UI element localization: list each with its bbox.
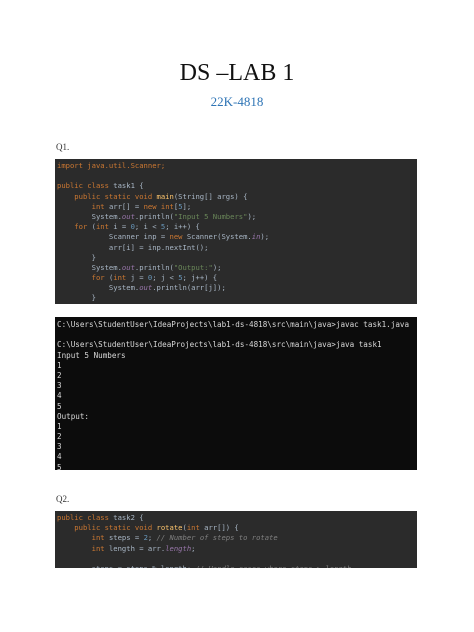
code-line: public static void rotate(int arr[]) { — [57, 523, 417, 533]
code-token: for — [57, 273, 109, 283]
terminal-line: 2 — [57, 370, 62, 380]
code-token: arr[] = — [108, 201, 144, 211]
code-block-task2: public class task2 { public static void … — [55, 511, 417, 568]
code-token: System. — [57, 211, 122, 221]
code-token: ; i < — [134, 222, 161, 232]
code-token: System. — [57, 283, 140, 293]
code-token: public class — [57, 181, 114, 191]
terminal-line: 4 — [57, 452, 62, 462]
code-token: j = — [130, 273, 148, 283]
code-token: ; — [147, 533, 157, 543]
question-2-label: Q2. — [56, 494, 70, 504]
code-token: arr[]) { — [204, 523, 239, 533]
code-line: int length = arr.length; — [57, 544, 417, 554]
terminal-line: 1 — [57, 360, 62, 370]
code-token: // Handle cases where steps > length — [195, 564, 351, 568]
code-line: System.out.println("Input 5 Numbers"); — [57, 212, 417, 222]
code-token: rotate — [156, 523, 183, 533]
code-token: int — [57, 201, 109, 211]
code-token: "Input 5 Numbers" — [173, 211, 248, 221]
code-line: import java.util.Scanner; — [57, 161, 417, 171]
code-token: Scanner(System. — [186, 232, 252, 242]
code-token: Scanner inp = — [57, 232, 170, 242]
code-token: .println( — [134, 262, 174, 272]
code-token: i = — [113, 222, 131, 232]
terminal-line: C:\Users\StudentUser\IdeaProjects\lab1-d… — [57, 320, 410, 329]
terminal-line: 2 — [57, 432, 62, 442]
code-token: int — [95, 222, 114, 232]
code-token: "Output:" — [173, 262, 213, 272]
code-token: new — [169, 232, 187, 242]
code-token: ]; — [182, 201, 192, 211]
code-token: public static void — [57, 191, 157, 201]
terminal-line: Output: — [57, 411, 90, 421]
code-block-task1: import java.util.Scanner; public class ta… — [55, 159, 417, 304]
code-token: ; j++) { — [182, 273, 218, 283]
terminal-line: 4 — [57, 391, 62, 401]
document-title: DS –LAB 1 — [179, 60, 295, 86]
code-token: System. — [57, 262, 122, 272]
code-token: // Number of steps to rotate — [156, 533, 278, 543]
code-line: System.out.println(arr[j]); — [57, 283, 417, 293]
code-line: arr[i] = inp.nextInt(); — [57, 243, 417, 253]
code-line: public static void main(String[] args) { — [57, 192, 417, 202]
code-line: for (int i = 0; i < 5; i++) { — [57, 222, 417, 232]
code-token: task1 { — [113, 181, 144, 191]
code-line: System.out.println("Output:"); — [57, 263, 417, 273]
code-token: int — [186, 523, 205, 533]
code-token: ; — [191, 543, 196, 553]
code-token: .println(arr[j]); — [152, 283, 226, 293]
code-token: (String[] args) { — [173, 191, 248, 201]
student-id: 22K-4818 — [210, 94, 264, 109]
code-line: } — [57, 293, 417, 303]
code-line: Scanner inp = new Scanner(System.in); — [57, 232, 417, 242]
code-line: for (int j = 0; j < 5; j++) { — [57, 273, 417, 283]
code-token: task2 { — [113, 513, 144, 522]
code-line: steps = steps % length; // Handle cases … — [57, 564, 417, 568]
code-token: length = arr. — [108, 543, 166, 553]
code-line: int steps = 2; // Number of steps to rot… — [57, 533, 417, 543]
code-token: ); — [212, 262, 222, 272]
code-line: } — [57, 253, 417, 263]
code-token: out — [121, 211, 135, 221]
code-token: import java.util.Scanner; — [57, 161, 166, 170]
terminal-line: 3 — [57, 442, 62, 452]
code-token: for — [57, 222, 92, 232]
code-token: main — [156, 191, 174, 201]
code-token: ; j < — [152, 273, 179, 283]
code-token: .println( — [134, 211, 174, 221]
code-line: int arr[] = new int[5]; — [57, 202, 417, 212]
code-token: length — [165, 543, 192, 553]
question-1-label: Q1. — [56, 142, 70, 152]
code-token: } — [57, 252, 96, 262]
terminal-output: C:\Users\StudentUser\IdeaProjects\lab1-d… — [55, 317, 417, 470]
code-token: ); — [247, 211, 257, 221]
code-token: int — [57, 543, 109, 553]
code-token: out — [121, 262, 135, 272]
code-token: steps = — [108, 533, 144, 543]
code-token: ); — [260, 232, 270, 242]
code-token: new int — [143, 201, 174, 211]
code-token: arr[i] = inp.nextInt(); — [57, 242, 209, 252]
code-token: public static void — [57, 523, 157, 533]
terminal-line: Input 5 Numbers — [57, 350, 126, 360]
code-token: steps = steps % length; — [57, 564, 195, 568]
terminal-line: 3 — [57, 381, 62, 391]
code-token: public class — [57, 513, 114, 522]
code-line: public class task2 { — [57, 513, 417, 523]
terminal-line: C:\Users\StudentUser\IdeaProjects\lab1-d… — [57, 340, 382, 350]
code-token: int — [57, 533, 109, 543]
code-token: out — [139, 283, 153, 293]
code-token: int — [113, 273, 131, 283]
code-token: ; i++) { — [165, 222, 200, 232]
code-line: public class task1 { — [57, 181, 417, 191]
terminal-line: 5 — [57, 462, 62, 470]
terminal-line: 5 — [57, 401, 62, 411]
code-token: } — [57, 293, 96, 303]
terminal-line: 1 — [57, 421, 62, 431]
